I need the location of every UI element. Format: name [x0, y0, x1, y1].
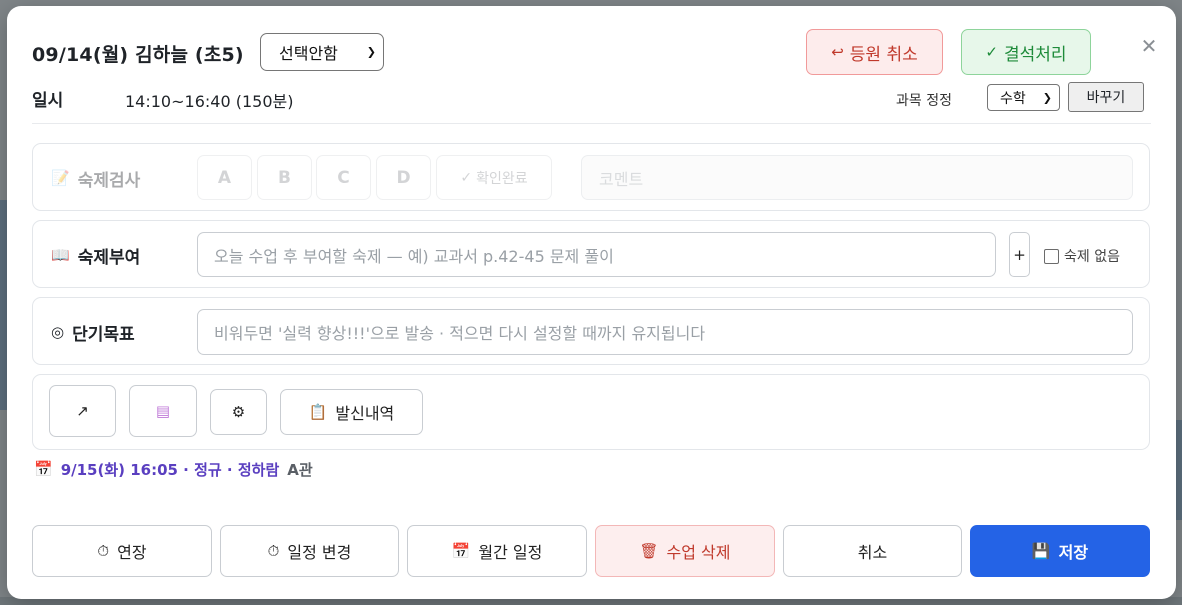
arrow-up-right-icon: ↗ [76, 401, 89, 420]
homework-assign-input[interactable]: 오늘 수업 후 부여할 숙제 — 예) 교과서 p.42-45 문제 풀이 [197, 232, 996, 277]
extend-label: 연장 [117, 543, 147, 562]
monthly-schedule-label: 월간 일정 [478, 543, 543, 562]
goal-label-wrap: ◎ 단기목표 [51, 320, 135, 346]
cancel-attendance-button[interactable]: ↩ 등원 취소 [806, 29, 943, 75]
mark-absent-label: 결석처리 [1004, 44, 1067, 65]
attendance-status-value: 선택안함 [279, 44, 338, 63]
stopwatch-icon: ⏱ [267, 541, 280, 560]
clipboard-icon: 📋 [308, 402, 328, 421]
add-homework-button[interactable]: + [1009, 232, 1030, 277]
modal-title: 09/14(월) 김하늘 (초5) [32, 44, 244, 66]
no-homework-checkbox[interactable] [1044, 248, 1059, 264]
trash-icon: 🗑 [639, 541, 659, 560]
grade-a-button[interactable]: A [197, 155, 252, 200]
modal-header: 09/14(월) 김하늘 (초5) 선택안함 ❯ ↩ 등원 취소 ✓ 결석처리 … [32, 29, 1157, 78]
schedule-row: 일시 14:10~16:40 (150분) 과목 정정 수학 ❯ 바꾸기 [32, 82, 1151, 114]
homework-assign-label: 숙제부여 [77, 248, 141, 268]
chevron-down-icon: ❯ [366, 45, 376, 59]
homework-confirm-label: 확인완료 [476, 170, 528, 187]
close-icon[interactable]: ✕ [1137, 34, 1161, 58]
next-session-branch: A관 [287, 461, 313, 479]
target-icon: ◎ [51, 323, 65, 341]
settings-button[interactable]: ⚙ [210, 389, 267, 435]
send-history-label: 발신내역 [335, 404, 395, 423]
reschedule-button[interactable]: ⏱ 일정 변경 [220, 525, 399, 577]
homework-comment-input[interactable]: 코멘트 [581, 155, 1133, 200]
grade-c-button[interactable]: C [316, 155, 371, 200]
change-subject-button[interactable]: 바꾸기 [1068, 82, 1144, 112]
schedule-label: 일시 [32, 91, 64, 111]
lesson-edit-modal: 09/14(월) 김하늘 (초5) 선택안함 ❯ ↩ 등원 취소 ✓ 결석처리 … [7, 6, 1176, 599]
homework-assign-label-wrap: 📖 숙제부여 [51, 243, 141, 269]
short-term-goal-card: ◎ 단기목표 비워두면 '실력 향상!!!'으로 발송 · 적으면 다시 설정할… [32, 297, 1150, 365]
homework-check-card: 📝 숙제검사 A B C D ✓ 확인완료 코멘트 [32, 143, 1150, 211]
goal-input[interactable]: 비워두면 '실력 향상!!!'으로 발송 · 적으면 다시 설정할 때까지 유지… [197, 309, 1133, 355]
header-divider [32, 123, 1151, 124]
mark-absent-button[interactable]: ✓ 결석처리 [961, 29, 1091, 75]
calendar-icon: 📅 [451, 541, 471, 560]
grade-d-button[interactable]: D [376, 155, 431, 200]
subject-select-value: 수학 [1000, 90, 1026, 107]
card-send-button[interactable]: ▤ [129, 385, 197, 437]
homework-check-label: 숙제검사 [77, 171, 141, 191]
extend-button[interactable]: ⏱ 연장 [32, 525, 212, 577]
cancel-button[interactable]: 취소 [783, 525, 962, 577]
subject-correction-label: 과목 정정 [896, 93, 952, 109]
delete-lesson-button[interactable]: 🗑 수업 삭제 [595, 525, 775, 577]
share-button[interactable]: ↗ [49, 385, 116, 437]
goal-label: 단기목표 [72, 325, 135, 345]
book-icon: 📖 [51, 246, 70, 264]
next-session-info: 📅 9/15(화) 16:05 · 정규 · 정하람 A관 [34, 459, 313, 480]
cancel-attendance-label: 등원 취소 [849, 44, 918, 65]
subject-select[interactable]: 수학 ❯ [987, 84, 1060, 111]
floppy-icon: 💾 [1031, 541, 1051, 560]
actions-card: ↗ ▤ ⚙ 📋 발신내역 [32, 374, 1150, 450]
check-icon: ✓ [460, 169, 473, 186]
chevron-down-icon: ❯ [1042, 91, 1052, 104]
next-session-text: 9/15(화) 16:05 · 정규 · 정하람 [60, 461, 280, 479]
monthly-schedule-button[interactable]: 📅 월간 일정 [407, 525, 587, 577]
no-homework-toggle[interactable]: 숙제 없음 [1044, 246, 1120, 266]
no-homework-label: 숙제 없음 [1064, 249, 1120, 265]
save-label: 저장 [1058, 543, 1089, 562]
save-button[interactable]: 💾 저장 [970, 525, 1150, 577]
calendar-icon: 📅 [34, 460, 53, 478]
homework-check-label-wrap: 📝 숙제검사 [51, 166, 141, 192]
send-history-button[interactable]: 📋 발신내역 [280, 389, 423, 435]
check-icon: ✓ [985, 42, 998, 61]
homework-confirm-button[interactable]: ✓ 확인완료 [436, 155, 552, 200]
schedule-time: 14:10~16:40 (150분) [125, 92, 294, 111]
memo-icon: 📝 [51, 169, 70, 187]
reschedule-label: 일정 변경 [287, 543, 352, 562]
card-icon: ▤ [155, 401, 171, 420]
stopwatch-icon: ⏱ [97, 541, 110, 560]
grade-b-button[interactable]: B [257, 155, 312, 200]
homework-assign-card: 📖 숙제부여 오늘 수업 후 부여할 숙제 — 예) 교과서 p.42-45 문… [32, 220, 1150, 288]
gear-icon: ⚙ [231, 402, 246, 421]
return-arrow-icon: ↩ [831, 42, 844, 61]
attendance-status-select[interactable]: 선택안함 ❯ [260, 33, 384, 71]
delete-lesson-label: 수업 삭제 [666, 543, 731, 562]
